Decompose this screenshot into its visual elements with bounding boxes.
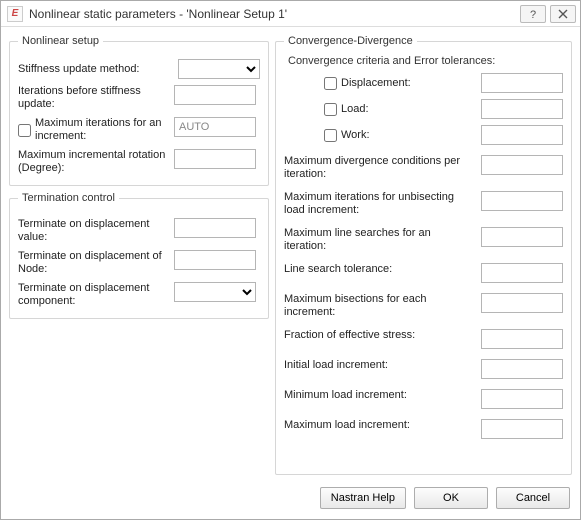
right-column: Convergence-Divergence Convergence crite… (275, 35, 572, 475)
label-max-iterations: Maximum iterations for an increment: (35, 117, 168, 143)
dialog-window: E Nonlinear static parameters - 'Nonline… (0, 0, 581, 520)
conv-load-checkbox-wrap[interactable]: Load: (324, 103, 473, 116)
max-load-input[interactable] (481, 419, 563, 439)
conv-work-input[interactable] (481, 125, 563, 145)
label-term-disp-component: Terminate on displacement component: (18, 282, 168, 308)
row-init-load: Initial load increment: (284, 359, 563, 379)
app-icon: E (7, 6, 23, 22)
close-icon[interactable] (550, 5, 576, 23)
dialog-body: Nonlinear setup Stiffness update method:… (1, 27, 580, 479)
max-bisect-input[interactable] (481, 293, 563, 313)
max-iter-unbisect-input[interactable] (481, 191, 563, 211)
dialog-footer: Nastran Help OK Cancel (1, 479, 580, 519)
window-title: Nonlinear static parameters - 'Nonlinear… (29, 7, 520, 21)
row-max-load: Maximum load increment: (284, 419, 563, 439)
max-rotation-input[interactable] (174, 149, 256, 169)
legend-nonlinear-setup: Nonlinear setup (18, 35, 103, 47)
row-stiffness-method: Stiffness update method: (18, 59, 260, 79)
conv-displacement-checkbox[interactable] (324, 77, 337, 90)
row-iterations-before: Iterations before stiffness update: (18, 85, 260, 111)
row-frac-stress: Fraction of effective stress: (284, 329, 563, 349)
cancel-button[interactable]: Cancel (496, 487, 570, 509)
label-max-bisect: Maximum bisections for each increment: (284, 293, 473, 319)
conv-displacement-checkbox-wrap[interactable]: Displacement: (324, 77, 473, 90)
conv-load-input[interactable] (481, 99, 563, 119)
term-disp-component-select[interactable] (174, 282, 256, 302)
max-line-search-input[interactable] (481, 227, 563, 247)
label-init-load: Initial load increment: (284, 359, 473, 372)
row-max-line-search: Maximum line searches for an iteration: (284, 227, 563, 253)
row-max-rotation: Maximum incremental rotation (Degree): (18, 149, 260, 175)
label-iterations-before: Iterations before stiffness update: (18, 85, 168, 111)
row-term-disp-node: Terminate on displacement of Node: (18, 250, 260, 276)
conv-work-checkbox-wrap[interactable]: Work: (324, 129, 473, 142)
legend-termination: Termination control (18, 192, 119, 204)
row-conv-work: Work: (324, 125, 563, 145)
max-iterations-input[interactable] (174, 117, 256, 137)
row-term-disp-value: Terminate on displacement value: (18, 218, 260, 244)
label-frac-stress: Fraction of effective stress: (284, 329, 473, 342)
frac-stress-input[interactable] (481, 329, 563, 349)
row-max-bisect: Maximum bisections for each increment: (284, 293, 563, 319)
group-nonlinear-setup: Nonlinear setup Stiffness update method:… (9, 35, 269, 186)
row-max-divergence: Maximum divergence conditions per iterat… (284, 155, 563, 181)
row-conv-displacement: Displacement: (324, 73, 563, 93)
label-max-rotation: Maximum incremental rotation (Degree): (18, 149, 168, 175)
help-icon[interactable]: ? (520, 5, 546, 23)
row-conv-load: Load: (324, 99, 563, 119)
min-load-input[interactable] (481, 389, 563, 409)
label-term-disp-node: Terminate on displacement of Node: (18, 250, 168, 276)
label-max-line-search: Maximum line searches for an iteration: (284, 227, 473, 253)
row-max-iter-unbisect: Maximum iterations for unbisecting load … (284, 191, 563, 217)
conv-work-checkbox[interactable] (324, 129, 337, 142)
group-convergence: Convergence-Divergence Convergence crite… (275, 35, 572, 475)
row-min-load: Minimum load increment: (284, 389, 563, 409)
label-min-load: Minimum load increment: (284, 389, 473, 402)
iterations-before-input[interactable] (174, 85, 256, 105)
conv-load-checkbox[interactable] (324, 103, 337, 116)
max-iterations-checkbox-wrap[interactable]: Maximum iterations for an increment: (18, 117, 168, 143)
row-max-iterations: Maximum iterations for an increment: (18, 117, 260, 143)
max-iterations-checkbox[interactable] (18, 124, 31, 137)
label-conv-work: Work: (341, 129, 370, 141)
label-conv-displacement: Displacement: (341, 77, 411, 89)
criteria-heading: Convergence criteria and Error tolerance… (288, 55, 563, 67)
window-controls: ? (520, 5, 576, 23)
row-line-tol: Line search tolerance: (284, 263, 563, 283)
term-disp-node-input[interactable] (174, 250, 256, 270)
legend-convergence: Convergence-Divergence (284, 35, 417, 47)
max-divergence-input[interactable] (481, 155, 563, 175)
label-stiffness-method: Stiffness update method: (18, 63, 172, 76)
label-conv-load: Load: (341, 103, 369, 115)
init-load-input[interactable] (481, 359, 563, 379)
line-tol-input[interactable] (481, 263, 563, 283)
conv-displacement-input[interactable] (481, 73, 563, 93)
nastran-help-button[interactable]: Nastran Help (320, 487, 406, 509)
stiffness-method-select[interactable] (178, 59, 260, 79)
titlebar: E Nonlinear static parameters - 'Nonline… (1, 1, 580, 27)
label-term-disp-value: Terminate on displacement value: (18, 218, 168, 244)
label-max-iter-unbisect: Maximum iterations for unbisecting load … (284, 191, 473, 217)
label-line-tol: Line search tolerance: (284, 263, 473, 276)
term-disp-value-input[interactable] (174, 218, 256, 238)
svg-text:?: ? (530, 9, 536, 20)
label-max-load: Maximum load increment: (284, 419, 473, 432)
ok-button[interactable]: OK (414, 487, 488, 509)
row-term-disp-component: Terminate on displacement component: (18, 282, 260, 308)
group-termination: Termination control Terminate on displac… (9, 192, 269, 319)
label-max-divergence: Maximum divergence conditions per iterat… (284, 155, 473, 181)
left-column: Nonlinear setup Stiffness update method:… (9, 35, 269, 475)
